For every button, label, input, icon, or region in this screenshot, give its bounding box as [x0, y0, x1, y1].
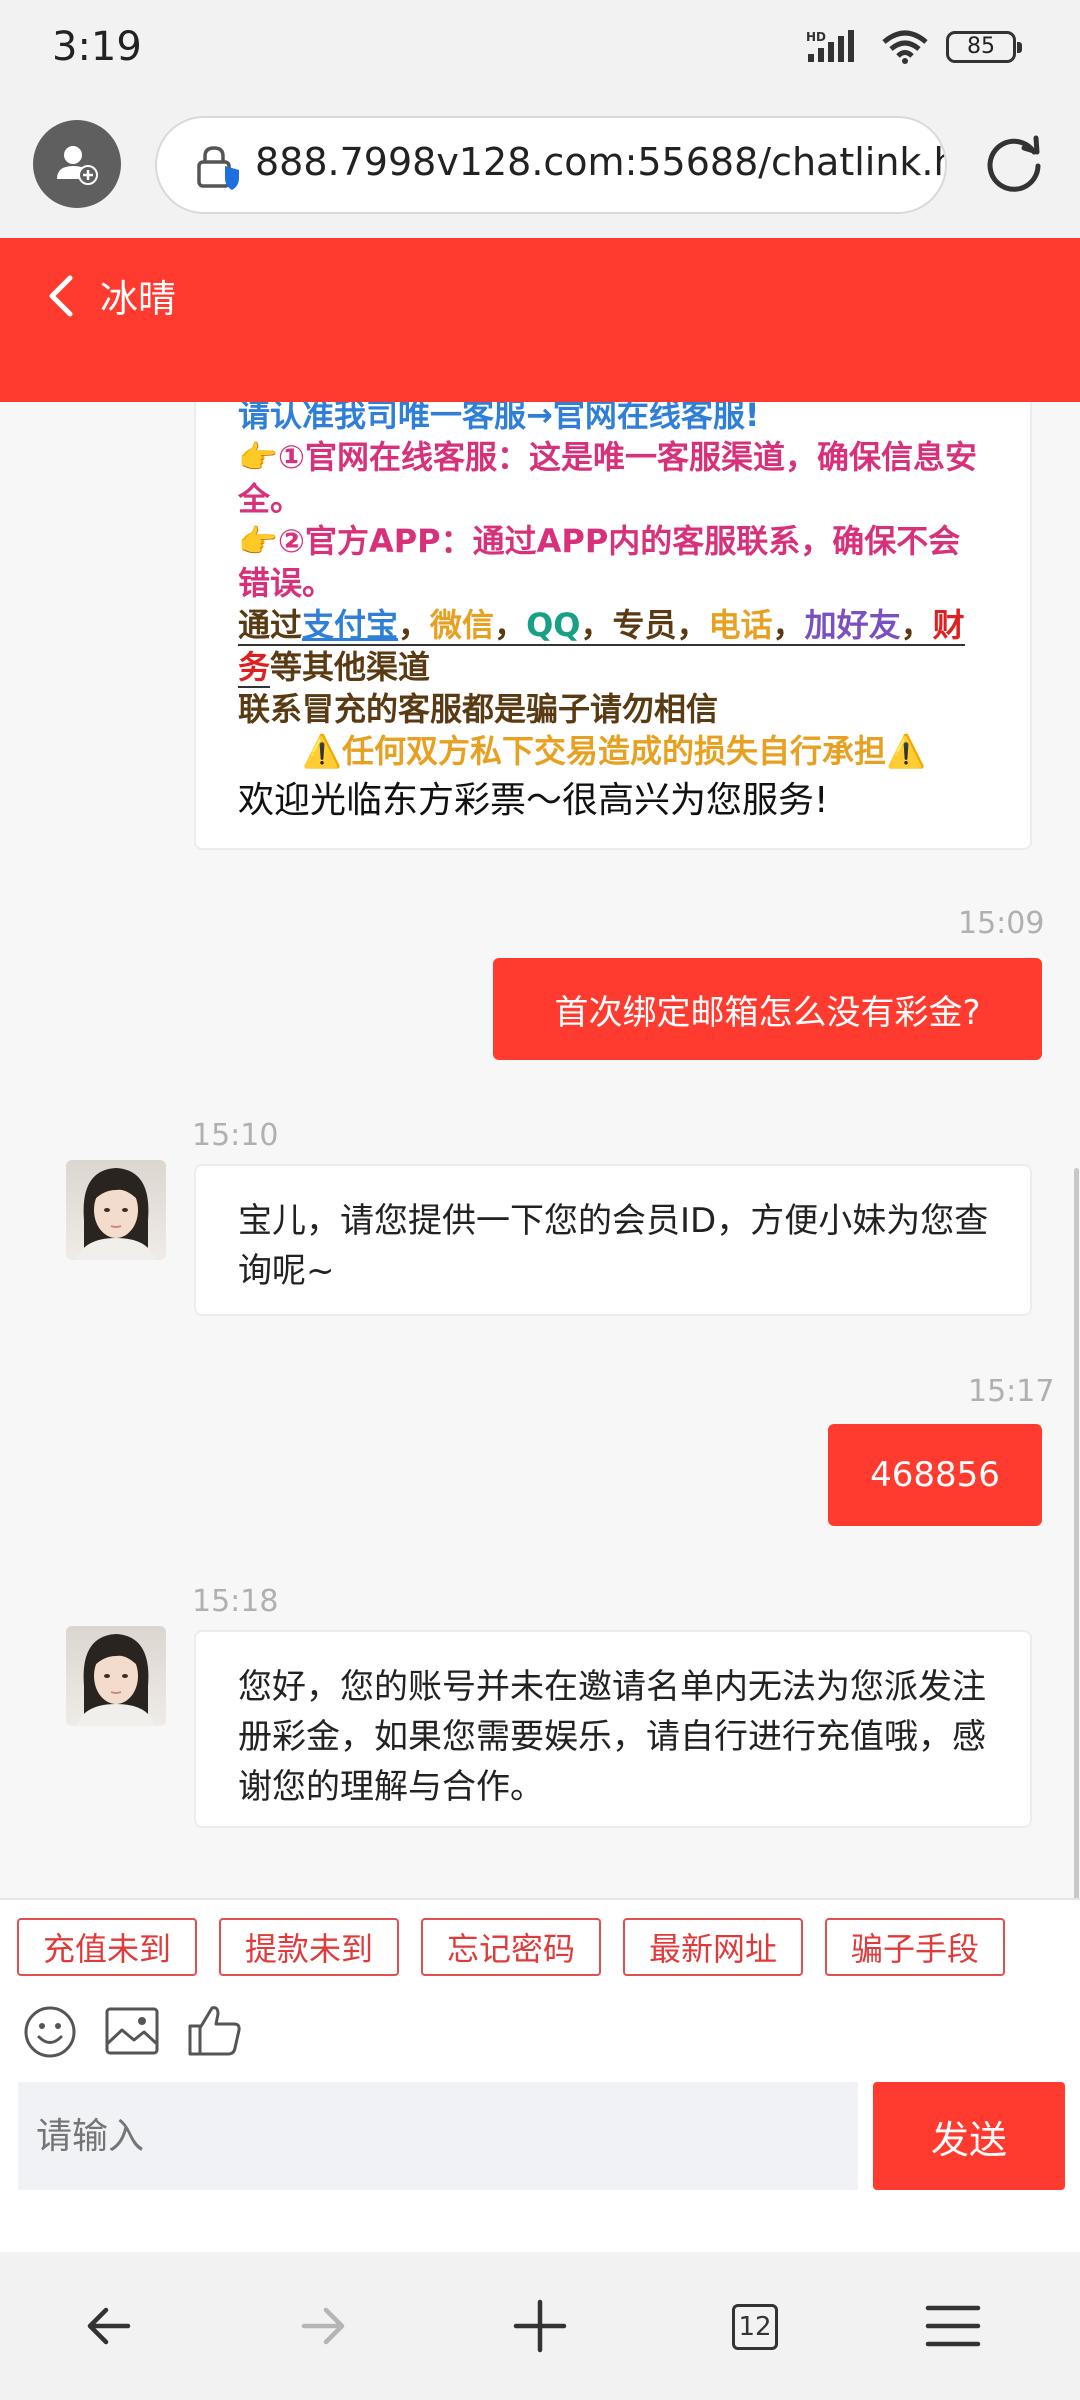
message-input[interactable] — [18, 2082, 858, 2190]
quick-reply-recharge[interactable]: 充值未到 — [17, 1918, 197, 1976]
battery-icon: 85 — [946, 31, 1022, 63]
url-text: 888.7998v128.com:55688/chatlink.htm — [255, 140, 947, 184]
agent-avatar[interactable] — [66, 1160, 166, 1260]
reload-icon[interactable] — [982, 130, 1048, 196]
image-icon[interactable] — [104, 2006, 160, 2058]
scrollbar[interactable] — [1074, 1168, 1079, 1898]
composer-tools — [0, 1998, 1080, 2082]
received-message[interactable]: 您好，您的账号并未在邀请名单内无法为您派发注册彩金，如果您需要娱乐，请自行进行充… — [194, 1630, 1032, 1828]
address-bar[interactable]: 888.7998v128.com:55688/chatlink.htm — [155, 116, 947, 214]
profile-button[interactable] — [33, 120, 121, 208]
emoji-icon[interactable] — [22, 2004, 78, 2060]
channel-agent: 专员 — [612, 606, 677, 644]
chat-title: 冰晴 — [100, 277, 177, 321]
menu-icon[interactable] — [924, 2296, 982, 2356]
signal-icon: HD — [806, 30, 854, 62]
wifi-icon — [882, 30, 928, 64]
channel-qq: QQ — [526, 606, 581, 644]
chat-header: 冰晴 — [0, 238, 1080, 402]
back-arrow-icon[interactable] — [42, 272, 82, 320]
welcome-line-4: 联系冒充的客服都是骗子请勿相信 — [238, 690, 719, 728]
message-time: 15:17 — [968, 1374, 1055, 1409]
received-message[interactable]: 宝儿，请您提供一下您的会员ID，方便小妹为您查询呢~ — [194, 1164, 1032, 1316]
welcome-line-1: 👉①官网在线客服：这是唯一客服渠道，确保信息安全。 — [238, 438, 977, 518]
svg-text:HD: HD — [806, 30, 826, 44]
message-text: 您好，您的账号并未在邀请名单内无法为您派发注册彩金，如果您需要娱乐，请自行进行充… — [238, 1667, 986, 1807]
message-text: 宝儿，请您提供一下您的会员ID，方便小妹为您查询呢~ — [238, 1201, 989, 1291]
channel-alipay: 支付宝 — [302, 606, 399, 644]
tab-count-icon[interactable]: 12 — [732, 2304, 778, 2350]
send-button[interactable]: 发送 — [873, 2082, 1065, 2190]
channel-add-friend: 加好友 — [804, 606, 901, 644]
status-time: 3:19 — [52, 24, 142, 70]
composer: 发送 — [0, 2082, 1080, 2252]
message-time: 15:18 — [192, 1584, 279, 1619]
agent-avatar-image — [76, 1168, 156, 1260]
sent-message[interactable]: 468856 — [828, 1424, 1042, 1526]
quick-reply-latest-url[interactable]: 最新网址 — [623, 1918, 803, 1976]
status-icons: HD 85 — [806, 30, 1022, 64]
agent-avatar[interactable] — [66, 1626, 166, 1726]
quick-reply-forgot-password[interactable]: 忘记密码 — [421, 1918, 601, 1976]
quick-reply-bar: 充值未到 提款未到 忘记密码 最新网址 骗子手段 — [0, 1898, 1080, 1998]
welcome-line-2: 👉②官方APP：通过APP内的客服联系，确保不会错误。 — [238, 522, 961, 602]
secure-lock-icon — [197, 146, 239, 190]
welcome-warning: ⚠️任何双方私下交易造成的损失自行承担⚠️ — [302, 732, 926, 770]
browser-nav-bar: 12 — [0, 2252, 1080, 2400]
message-time: 15:09 — [958, 906, 1045, 941]
welcome-greeting: 欢迎光临东方彩票～很高兴为您服务! — [238, 780, 829, 821]
thumbs-up-icon[interactable] — [186, 2002, 244, 2058]
status-bar: 3:19 HD 85 — [0, 0, 1080, 100]
add-user-icon — [57, 146, 98, 185]
sent-message[interactable]: 首次绑定邮箱怎么没有彩金? — [493, 958, 1042, 1060]
channel-wechat: 微信 — [430, 606, 495, 644]
back-icon[interactable] — [84, 2296, 134, 2356]
welcome-channels: 通过支付宝，微信，QQ，专员，电话，加好友，财务等其他渠道 — [238, 606, 965, 688]
forward-icon[interactable] — [298, 2296, 348, 2356]
message-list[interactable]: 请认准我司唯一客服→官网在线客服! 👉①官网在线客服：这是唯一客服渠道，确保信息… — [0, 238, 1080, 1898]
new-tab-icon[interactable] — [513, 2296, 567, 2356]
channel-phone: 电话 — [708, 606, 773, 644]
agent-avatar-image — [76, 1634, 156, 1726]
quick-reply-withdraw[interactable]: 提款未到 — [219, 1918, 399, 1976]
welcome-message: 请认准我司唯一客服→官网在线客服! 👉①官网在线客服：这是唯一客服渠道，确保信息… — [194, 368, 1032, 850]
browser-bar: 888.7998v128.com:55688/chatlink.htm — [0, 100, 1080, 238]
quick-reply-scam-methods[interactable]: 骗子手段 — [825, 1918, 1005, 1976]
message-time: 15:10 — [192, 1118, 279, 1153]
